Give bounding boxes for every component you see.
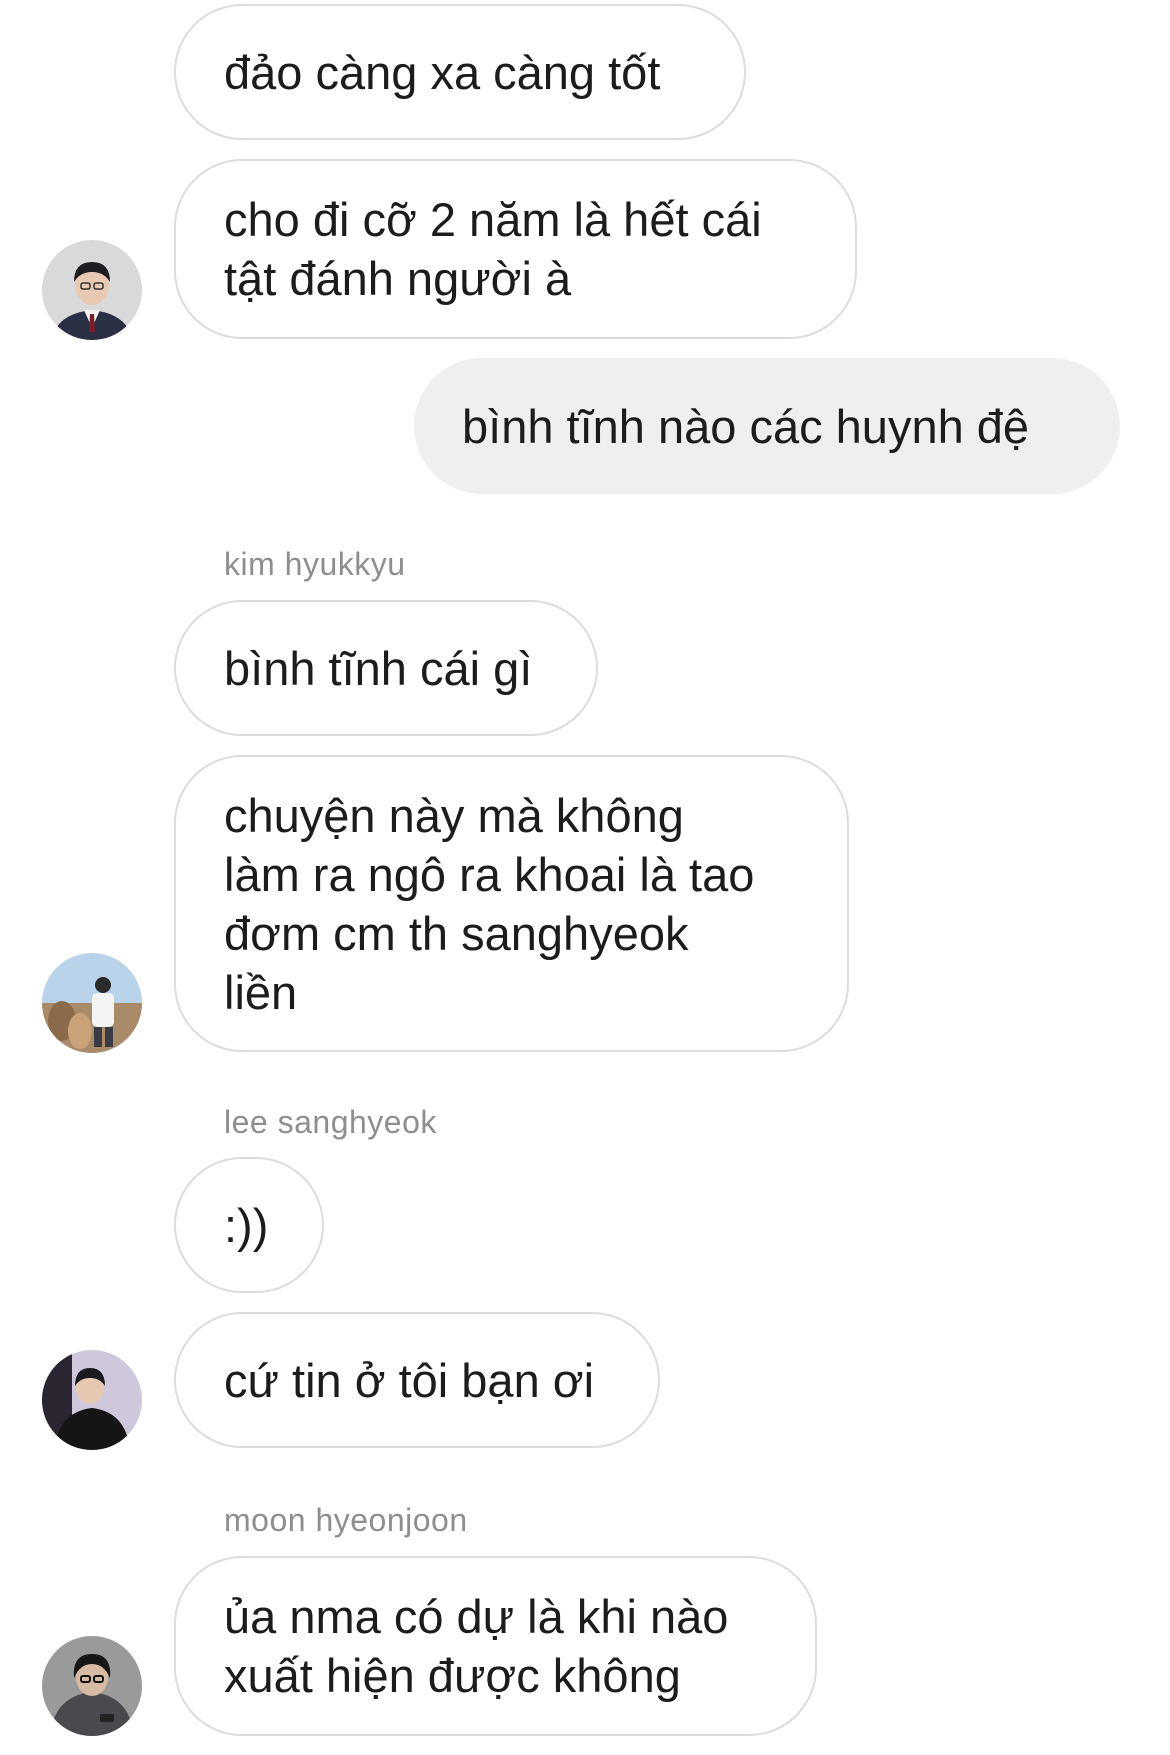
message-text: cứ tin ở tôi bạn ơi [224, 1353, 595, 1407]
avatar[interactable] [42, 1636, 142, 1736]
message-bubble[interactable]: đảo càng xa càng tốt [174, 4, 746, 140]
message-text: chuyện này mà không làm ra ngô ra khoai … [224, 788, 755, 1019]
sender-name: kim hyukkyu [224, 546, 406, 582]
avatar[interactable] [42, 953, 142, 1053]
message-text: đảo càng xa càng tốt [224, 45, 661, 99]
profile-photo-outdoor-alpacas [42, 953, 142, 1053]
message-bubble-outgoing[interactable]: bình tĩnh nào các huynh đệ [414, 358, 1120, 494]
avatar[interactable] [42, 1350, 142, 1450]
message-bubble[interactable]: ủa nma có dự là khi nào xuất hiện được k… [174, 1556, 817, 1736]
message-text: :)) [224, 1198, 269, 1252]
message-bubble[interactable]: :)) [174, 1157, 324, 1293]
message-bubble[interactable]: chuyện này mà không làm ra ngô ra khoai … [174, 755, 849, 1052]
message-bubble[interactable]: cứ tin ở tôi bạn ơi [174, 1312, 660, 1448]
message-text: ủa nma có dự là khi nào xuất hiện được k… [224, 1590, 729, 1702]
message-bubble[interactable]: cho đi cỡ 2 năm là hết cái tật đánh ngườ… [174, 159, 857, 339]
message-text: bình tĩnh nào các huynh đệ [462, 399, 1030, 453]
profile-photo-suit [42, 240, 142, 340]
message-text: bình tĩnh cái gì [224, 641, 533, 695]
profile-photo-glasses-phone [42, 1636, 142, 1736]
message-bubble[interactable]: bình tĩnh cái gì [174, 600, 598, 736]
sender-name: lee sanghyeok [224, 1104, 437, 1140]
sender-name: moon hyeonjoon [224, 1502, 468, 1538]
avatar[interactable] [42, 240, 142, 340]
message-text: cho đi cỡ 2 năm là hết cái tật đánh ngườ… [224, 193, 762, 305]
profile-photo-dark-hoodie [42, 1350, 142, 1450]
